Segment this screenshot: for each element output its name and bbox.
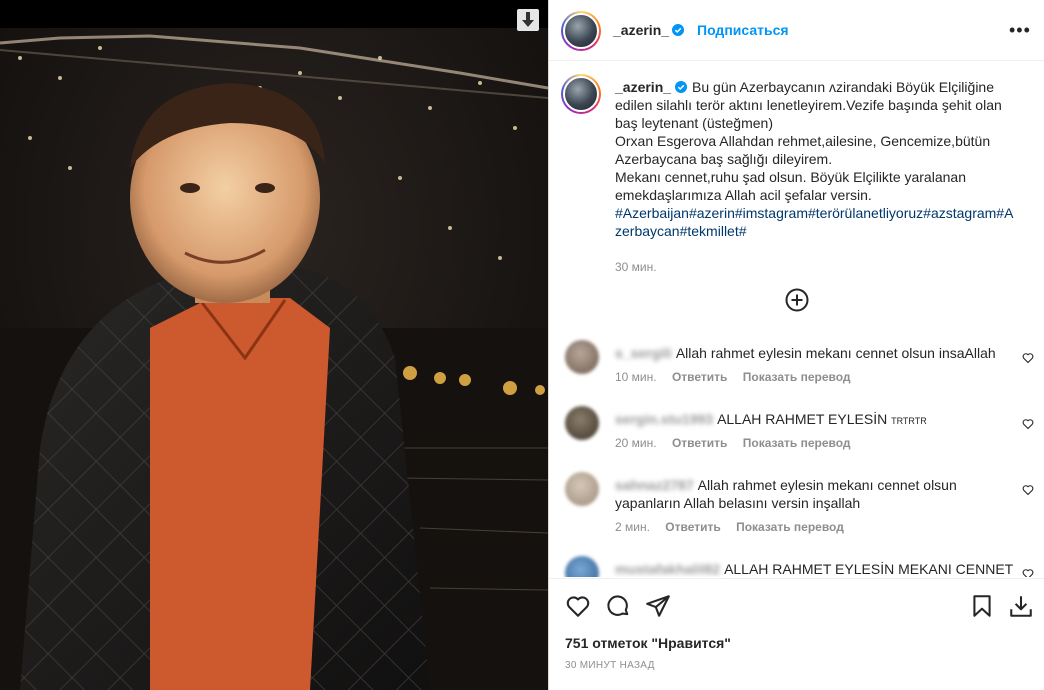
comment-time[interactable]: 10 мин. [615, 370, 657, 384]
plus-circle-icon[interactable] [785, 288, 809, 312]
commenter-avatar[interactable] [565, 472, 599, 506]
translate-button[interactable]: Показать перевод [736, 520, 844, 534]
heart-icon[interactable] [1022, 568, 1034, 577]
post-actions-bar: 751 отметок "Нравится" 30 минут назад [549, 578, 1044, 690]
caption-line: baş leytenant (üsteğmen) [615, 115, 773, 131]
comment-time[interactable]: 20 мин. [615, 436, 657, 450]
media-top-bar [0, 0, 548, 28]
heart-icon[interactable] [1022, 484, 1034, 496]
comment-bubble-icon[interactable] [605, 593, 631, 619]
heart-icon[interactable] [1022, 418, 1034, 430]
comment-content-tail: TRTRTR [891, 416, 927, 426]
commenter-username[interactable]: sergin.stu1993 [615, 410, 713, 428]
caption-text: _azerin_ Bu gün Azerbaycanın ʌzirandaki B… [615, 78, 1025, 240]
caption-line: Azerbaycana baş sağlığı dileyirem. [615, 151, 833, 167]
author-username[interactable]: _azerin_ [613, 22, 669, 38]
download-arrow-icon[interactable] [517, 9, 539, 31]
verified-badge-icon [672, 24, 684, 36]
post-details-panel: _azerin_ Подписаться ••• _azerin_ Bu gün … [548, 0, 1044, 690]
translate-button[interactable]: Показать перевод [743, 370, 851, 384]
paper-plane-icon[interactable] [645, 593, 671, 619]
author-avatar[interactable] [561, 11, 601, 51]
comment-meta: 10 мин. Ответить Показать перевод [615, 370, 863, 384]
translate-button[interactable]: Показать перевод [743, 436, 851, 450]
comment-meta: 2 мин. Ответить Показать перевод [615, 520, 856, 534]
more-options-button[interactable]: ••• [1009, 20, 1031, 41]
heart-icon[interactable] [565, 593, 591, 619]
commenter-avatar[interactable] [565, 556, 599, 577]
comment-content: ALLAH RAHMET EYLESİN MEKANI CENNET [724, 561, 1014, 577]
reply-button[interactable]: Ответить [665, 520, 720, 534]
caption-hashtags[interactable]: zerbaycan#tekmillet# [615, 222, 1025, 240]
comment-content: yapanların Allah belasını versin inşalla… [615, 495, 861, 511]
caption-line: edilen silahlı terör aktını lenetleyirem… [615, 97, 1002, 113]
post-header: _azerin_ Подписаться ••• [549, 0, 1044, 61]
caption-timestamp[interactable]: 30 мин. [615, 260, 657, 274]
comment-text: s_sergili Allah rahmet eylesin mekanı cen… [615, 344, 1015, 362]
commenter-avatar[interactable] [565, 340, 599, 374]
comment-content: Allah rahmet eylesin mekanı cennet olsun… [675, 345, 996, 361]
reply-button[interactable]: Ответить [672, 436, 727, 450]
comment-content: ALLAH RAHMET EYLESİN [717, 411, 888, 427]
post-media[interactable] [0, 0, 548, 690]
comment-content: Allah rahmet eylesin mekanı cennet olsun [697, 477, 957, 493]
comment-text: mustafakhalil82 ALLAH RAHMET EYLESİN MEKA… [615, 560, 1015, 577]
reply-button[interactable]: Ответить [672, 370, 727, 384]
download-icon[interactable] [1008, 593, 1034, 619]
commenter-avatar[interactable] [565, 406, 599, 440]
caption-line: Orxan Esgerova Allahdan rehmet,ailesine,… [615, 133, 991, 149]
caption-author-username[interactable]: _azerin_ [615, 79, 671, 95]
caption-line: emekdaşlarımıza Allah acil şefalar versi… [615, 187, 872, 203]
comments-scroll-area[interactable]: _azerin_ Bu gün Azerbaycanın ʌzirandaki B… [549, 62, 1044, 577]
post-timestamp[interactable]: 30 минут назад [565, 660, 655, 671]
caption-hashtags[interactable]: #Azerbaijan#azerin#imstagram#terörülanet… [615, 204, 1025, 222]
post-photo [0, 28, 548, 690]
caption-author-avatar[interactable] [561, 74, 601, 114]
heart-icon[interactable] [1022, 352, 1034, 364]
commenter-username[interactable]: s_sergili [615, 344, 672, 362]
commenter-username[interactable]: sahnaz2787 [615, 476, 694, 494]
bookmark-icon[interactable] [969, 593, 995, 619]
comment-text: sahnaz2787 Allah rahmet eylesin mekanı ce… [615, 476, 1015, 512]
comment-time[interactable]: 2 мин. [615, 520, 650, 534]
verified-badge-icon [675, 81, 688, 93]
follow-button[interactable]: Подписаться [697, 22, 789, 38]
caption-line: Mekanı cennet,ruhu şad olsun. Böyük Elçi… [615, 169, 966, 185]
caption-line: Bu gün Azerbaycanın ʌzirandaki Böyük Elç… [692, 79, 994, 95]
commenter-username[interactable]: mustafakhalil82 [615, 560, 720, 577]
comment-text: sergin.stu1993 ALLAH RAHMET EYLESİN TRTRT… [615, 410, 1015, 430]
likes-count[interactable]: 751 отметок "Нравится" [565, 635, 731, 651]
comment-meta: 20 мин. Ответить Показать перевод [615, 436, 863, 450]
